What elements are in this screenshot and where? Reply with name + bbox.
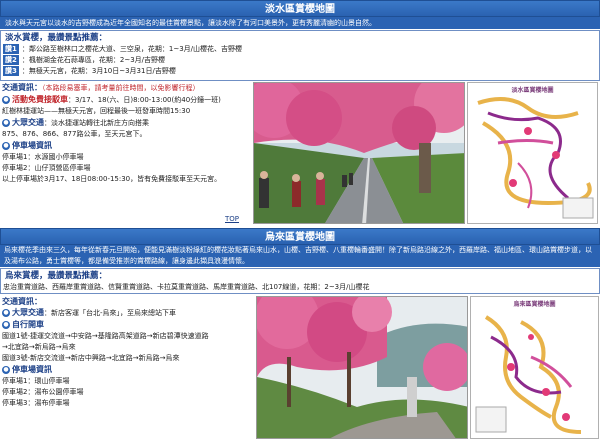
danshui-spot-1: 讚1 ：鄰公路至樹林口之櫻花大道、三空泉，花期：1~3月/山櫻花、吉野櫻: [3, 44, 597, 55]
parking-item: 停車場2：山仔頂營區停車場: [2, 164, 91, 172]
wulai-map-title: 烏來區賞櫻地圖: [513, 301, 556, 308]
drive-title: 自行開車: [12, 320, 44, 329]
public-text: ：淡水捷運站轉往北新庄方向搭乘: [44, 119, 149, 127]
danshui-traffic-info: 交通資訊：（本路段易塞車，請考量前往時間，以免影響行程） ● 活動免費接駁車：3/…: [2, 82, 252, 222]
parking-title: 停車場資訊: [12, 365, 52, 374]
wulai-parking-line: ● 停車場資訊: [2, 364, 254, 376]
public-line: ● 大眾交通：淡水捷運站轉往北新庄方向搭乘: [2, 117, 252, 129]
parking-item: 以上停車場於3月17、18日08:00-15:30，皆有免費接駁車至天元宮。: [2, 175, 222, 183]
parking-item: 停車場1：環山停車場: [2, 377, 70, 385]
spot-tag: 讚3: [3, 66, 19, 76]
parking-title: 停車場資訊: [12, 141, 52, 150]
bullet-icon: ●: [2, 366, 10, 374]
danshui-map-title: 淡水區賞櫻地圖: [511, 87, 554, 94]
wulai-map: 烏來區賞櫻地圖: [470, 296, 599, 439]
drive-route: 國道3號-新店交流道→新店中興路→北宜路→新烏路→烏來: [2, 354, 180, 362]
danshui-spots-title: 淡水賞櫻，最讚景點推薦：: [5, 33, 108, 43]
sakura-road-photo: [254, 83, 464, 223]
wulai-intro: 烏來櫻花季由來三久，每年從新春元旦開始，便能見滿樹淡粉綠紅的櫻花妝點著烏來山水，…: [0, 245, 600, 267]
shuttle-title: 活動免費接駁車: [12, 95, 68, 104]
route-map-graphic: [475, 315, 582, 434]
shuttle-route: 紅樹林捷運站——無極天元宮，回程最後一班發車時間15:30: [2, 107, 191, 115]
sakura-valley-photo: [257, 297, 467, 438]
danshui-map: 淡水區賞櫻地圖: [467, 82, 598, 224]
shuttle-dates: ：3/17、18(六、日)8:00-13:00(約40分鐘一班): [68, 96, 221, 104]
danshui-traffic-heading-line: 交通資訊：（本路段易塞車，請考量前往時間，以免影響行程）: [2, 82, 252, 94]
wulai-drive-line: ● 自行開車: [2, 319, 254, 331]
bullet-icon: ●: [2, 96, 10, 104]
wulai-sakura-photo: [256, 296, 468, 439]
danshui-sakura-photo: [253, 82, 465, 224]
wulai-spots-title: 烏來賞櫻，最讚景點推薦：: [5, 271, 108, 281]
route-map-graphic: [477, 97, 594, 219]
parking-item: 停車場1：水源國小停車場: [2, 153, 84, 161]
danshui-intro: 淡水與天元宮以淡水的吉野櫻成為近年全國知名的最佳賞櫻景點，讓淡水除了有河口美景外…: [0, 17, 600, 30]
wulai-traffic-heading: 交通資訊：: [2, 297, 42, 306]
bullet-icon: ●: [2, 119, 10, 127]
spot-tag: 讚2: [3, 55, 19, 65]
wulai-section-title: 烏來區賞櫻地圖: [0, 228, 600, 245]
danshui-spots-box: 淡水賞櫻，最讚景點推薦： 讚1 ：鄰公路至樹林口之櫻花大道、三空泉，花期：1~3月…: [0, 30, 600, 81]
public-text: ：新店客運「台北-烏來」，至烏來總站下車: [44, 309, 177, 317]
traffic-heading: 交通資訊：: [2, 83, 42, 92]
parking-line: ● 停車場資訊: [2, 140, 252, 152]
wulai-traffic-info: 交通資訊： ● 大眾交通：新店客運「台北-烏來」，至烏來總站下車 ● 自行開車 國道…: [2, 296, 254, 438]
danshui-spot-2: 讚2 ：楓樹湖金花石蒜專區，花期：2~3月/吉野櫻: [3, 55, 597, 66]
bullet-icon: ●: [2, 142, 10, 150]
traffic-note: （本路段易塞車，請考量前往時間，以免影響行程）: [42, 84, 200, 92]
parking-item: 停車場3：湯布停車場: [2, 399, 70, 407]
parking-item: 停車場2：湯布公園停車場: [2, 388, 84, 396]
danshui-top-link[interactable]: TOP: [225, 215, 239, 223]
page: 淡水區賞櫻地圖 淡水與天元宮以淡水的吉野櫻成為近年全國知名的最佳賞櫻景點，讓淡水…: [0, 0, 600, 439]
wulai-spots-box: 烏來賞櫻，最讚景點推薦： 忠治重賞道路、西羅岸重賞道路、信賢重賞道路、卡拉莫重賞…: [0, 268, 600, 294]
drive-route: 國道1號-捷運交流道→中安路→基隆路高架道路→新店碧潭快速道路: [2, 332, 209, 340]
spot-text: ：無極天元宮，花期：3月10日~3月31日/吉野櫻: [21, 67, 176, 75]
bus-routes: 875、876、866、877路公車，至天元宮下。: [2, 130, 147, 138]
bullet-icon: ●: [2, 321, 10, 329]
public-title: 大眾交通: [12, 118, 44, 127]
spot-text: ：鄰公路至樹林口之櫻花大道、三空泉，花期：1~3月/山櫻花、吉野櫻: [21, 45, 243, 53]
danshui-section-title: 淡水區賞櫻地圖: [0, 0, 600, 17]
shuttle-line: ● 活動免費接駁車：3/17、18(六、日)8:00-13:00(約40分鐘一班): [2, 94, 252, 106]
public-title: 大眾交通: [12, 308, 44, 317]
wulai-spots-text: 忠治重賞道路、西羅岸重賞道路、信賢重賞道路、卡拉莫重賞道路、馬岸重賞道路、北10…: [3, 283, 370, 291]
spot-tag: 讚1: [3, 44, 19, 54]
danshui-spot-3: 讚3 ：無極天元宮，花期：3月10日~3月31日/吉野櫻: [3, 66, 597, 77]
bullet-icon: ●: [2, 309, 10, 317]
spot-text: ：楓樹湖金花石蒜專區，花期：2~3月/吉野櫻: [21, 56, 166, 64]
wulai-public-line: ● 大眾交通：新店客運「台北-烏來」，至烏來總站下車: [2, 307, 254, 319]
drive-route: →北宜路→新烏路→烏來: [2, 343, 76, 351]
